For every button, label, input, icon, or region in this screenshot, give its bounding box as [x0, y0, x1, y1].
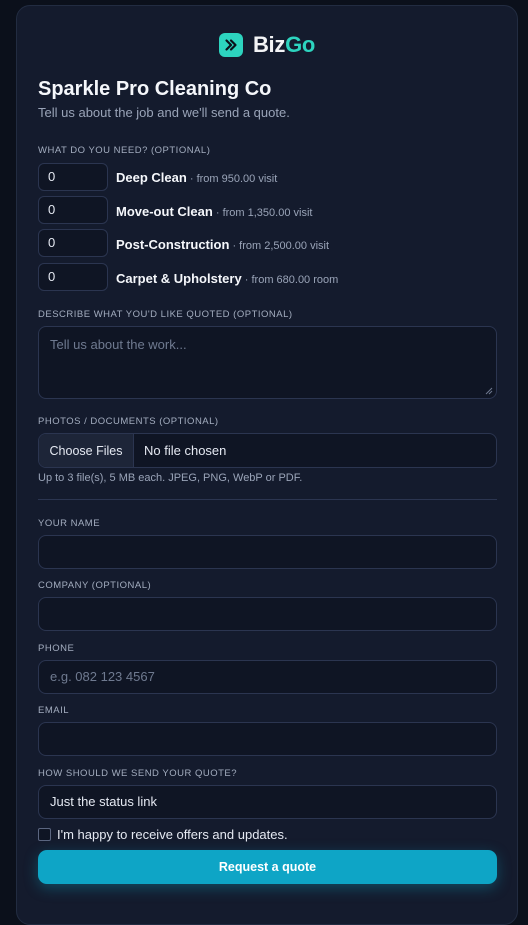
send-method-value: Just the status link — [50, 794, 157, 809]
send-method-label: HOW SHOULD WE SEND YOUR QUOTE? — [38, 768, 238, 779]
service-price: · from 680.00 room — [241, 274, 339, 286]
post-construction-quantity-input[interactable]: 0 — [38, 229, 108, 257]
section-divider — [38, 499, 497, 500]
company-label: COMPANY (OPTIONAL) — [38, 580, 152, 591]
file-upload-input[interactable]: Choose Files No file chosen — [38, 433, 497, 468]
page-subtitle: Tell us about the job and we'll send a q… — [38, 105, 290, 120]
description-placeholder: Tell us about the work... — [50, 337, 187, 352]
request-quote-button[interactable]: Request a quote — [38, 850, 497, 884]
service-carpet-upholstery: Carpet & Upholstery · from 680.00 room — [116, 270, 338, 288]
service-price: · from 1,350.00 visit — [212, 207, 313, 219]
deep-clean-quantity-input[interactable]: 0 — [38, 163, 108, 191]
brand-name-part1: Biz — [252, 32, 286, 57]
description-textarea[interactable]: Tell us about the work... — [38, 326, 497, 399]
phone-input[interactable]: e.g. 082 123 4567 — [38, 660, 497, 694]
send-method-select[interactable]: Just the status link — [38, 785, 497, 819]
service-price: · from 950.00 visit — [186, 173, 278, 185]
quote-form-card: BizGo Sparkle Pro Cleaning Co Tell us ab… — [16, 5, 518, 925]
brand-logo: BizGo — [17, 32, 517, 58]
choose-files-button[interactable]: Choose Files — [39, 434, 134, 467]
phone-label: PHONE — [38, 643, 75, 654]
services-label: WHAT DO YOU NEED? (OPTIONAL) — [38, 145, 211, 156]
email-input[interactable] — [38, 722, 497, 756]
service-name: Post-Construction — [116, 237, 230, 252]
service-deep-clean: Deep Clean · from 950.00 visit — [116, 169, 277, 187]
service-price: · from 2,500.00 visit — [229, 240, 330, 252]
offers-checkbox[interactable] — [38, 828, 51, 841]
upload-hint: Up to 3 file(s), 5 MB each. JPEG, PNG, W… — [38, 472, 303, 484]
name-input[interactable] — [38, 535, 497, 569]
name-label: YOUR NAME — [38, 518, 101, 529]
chevron-right-icon — [218, 33, 243, 57]
phone-placeholder: e.g. 082 123 4567 — [50, 669, 155, 684]
upload-label: PHOTOS / DOCUMENTS (OPTIONAL) — [38, 416, 219, 427]
carpet-upholstery-quantity-input[interactable]: 0 — [38, 263, 108, 291]
file-status: No file chosen — [144, 443, 227, 458]
email-label: EMAIL — [38, 705, 70, 716]
service-name: Move-out Clean — [116, 204, 213, 219]
description-label: DESCRIBE WHAT YOU'D LIKE QUOTED (OPTIONA… — [38, 309, 293, 320]
service-name: Deep Clean — [116, 170, 187, 185]
page-title: Sparkle Pro Cleaning Co — [38, 78, 272, 100]
move-out-clean-quantity-input[interactable]: 0 — [38, 196, 108, 224]
service-post-construction: Post-Construction · from 2,500.00 visit — [116, 236, 329, 254]
service-move-out-clean: Move-out Clean · from 1,350.00 visit — [116, 203, 312, 221]
resize-handle-icon[interactable] — [485, 387, 493, 395]
brand-name: BizGo — [253, 32, 315, 58]
brand-name-part2: Go — [285, 32, 316, 57]
offers-checkbox-label: I'm happy to receive offers and updates. — [57, 827, 288, 842]
service-name: Carpet & Upholstery — [116, 271, 242, 286]
company-input[interactable] — [38, 597, 497, 631]
